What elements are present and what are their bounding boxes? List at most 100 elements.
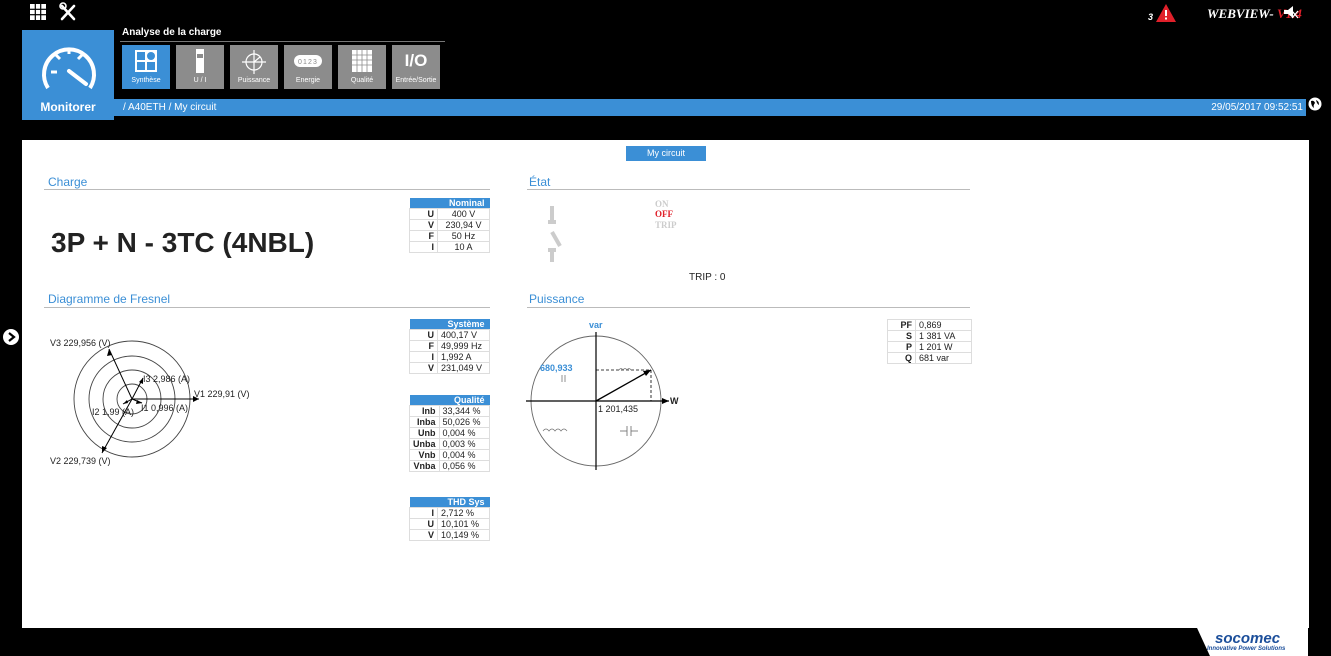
row-value: 2,712 % bbox=[437, 507, 490, 519]
row-value: 681 var bbox=[915, 352, 972, 364]
state-off: OFF bbox=[655, 209, 673, 219]
nominal-table: Nominal U 400 V V 230,94 V F 50 Hz I 10 A bbox=[409, 198, 490, 253]
svg-text:0: 0 bbox=[298, 59, 302, 66]
table-row: PF 0,869 bbox=[887, 319, 972, 331]
power-table: PF 0,869 S1 381 VA P1 201 W Q 681 var bbox=[887, 319, 972, 364]
trip-count: TRIP : 0 bbox=[689, 272, 726, 283]
row-key: F bbox=[409, 340, 438, 352]
row-key: S bbox=[887, 330, 916, 342]
menu-label: Puissance bbox=[237, 77, 271, 84]
row-key: F bbox=[409, 230, 438, 242]
row-key: U bbox=[409, 208, 438, 220]
state-on: ON bbox=[655, 199, 669, 209]
charge-title: Charge bbox=[48, 175, 88, 189]
monitor-label: Monitorer bbox=[40, 100, 96, 114]
row-key: Inba bbox=[409, 416, 440, 428]
menu-label: Qualité bbox=[350, 77, 374, 84]
menu-qualite[interactable]: Qualité bbox=[338, 45, 386, 89]
monitor-tile[interactable]: Monitorer bbox=[22, 30, 114, 120]
power-diagram: var W 680,933 1 201,435 bbox=[519, 318, 679, 488]
menu-entree-sortie[interactable]: I/O Entrée/Sortie bbox=[392, 45, 440, 89]
globe-icon[interactable] bbox=[1308, 97, 1322, 111]
charge-divider bbox=[44, 189, 490, 190]
socomec-logo[interactable]: socomec bbox=[1215, 630, 1280, 647]
menu-ui[interactable]: U / I bbox=[176, 45, 224, 89]
io-icon: I/O bbox=[404, 51, 428, 70]
top-bar: Monitorer Analyse de la charge Synthèse … bbox=[0, 0, 1331, 140]
reactive-power-value: 680,933 bbox=[540, 363, 573, 373]
row-key: Q bbox=[887, 352, 916, 364]
row-key: Vnba bbox=[409, 460, 440, 472]
row-value: 1 381 VA bbox=[915, 330, 972, 342]
thd-header: THD Sys bbox=[409, 497, 490, 508]
alarm-count: 3 bbox=[1148, 12, 1154, 22]
systeme-header: Système bbox=[409, 319, 490, 330]
table-row: Vnb 0,004 % bbox=[409, 449, 490, 461]
menu-label: Energie bbox=[295, 77, 321, 84]
table-row: F 50 Hz bbox=[409, 230, 490, 242]
alarm-warning-icon[interactable] bbox=[1156, 4, 1176, 22]
row-key: I bbox=[409, 241, 438, 253]
nominal-header: Nominal bbox=[409, 198, 490, 209]
i1-label: I1 0,996 (A) bbox=[141, 403, 189, 413]
row-value: 50 Hz bbox=[437, 230, 490, 242]
sound-mute-icon[interactable] bbox=[1282, 3, 1300, 21]
fresnel-title: Diagramme de Fresnel bbox=[48, 292, 171, 306]
row-key: V bbox=[409, 219, 438, 231]
state-trip: TRIP bbox=[655, 220, 677, 230]
expand-arrow-icon[interactable] bbox=[3, 329, 19, 345]
grid-menu-icon[interactable] bbox=[30, 4, 46, 20]
qualite-table: Qualité Inb 33,344 % Inba 50,026 % Unb 0,00… bbox=[409, 395, 490, 472]
table-row: V 10,149 % bbox=[409, 529, 490, 541]
row-value: 0,869 bbox=[915, 319, 972, 331]
table-row: U 400,17 V bbox=[409, 329, 490, 341]
datetime: 29/05/2017 09:52:51 bbox=[1211, 102, 1303, 113]
energy-counter-icon: 0123 bbox=[294, 55, 322, 67]
menu-title: Analyse de la charge bbox=[122, 27, 222, 38]
row-value: 33,344 % bbox=[438, 405, 490, 417]
app-name: WEBVIEW- bbox=[1207, 6, 1274, 21]
row-key: V bbox=[409, 529, 438, 541]
power-svg bbox=[526, 332, 669, 470]
row-value: 400 V bbox=[437, 208, 490, 220]
menu-energie[interactable]: 0123 Energie bbox=[284, 45, 332, 89]
row-value: 400,17 V bbox=[437, 329, 490, 341]
svg-text:2: 2 bbox=[308, 59, 312, 66]
table-row: U 10,101 % bbox=[409, 518, 490, 530]
systeme-table: Système U 400,17 V F 49,999 Hz I 1,992 A V2… bbox=[409, 319, 490, 374]
table-row: Unba 0,003 % bbox=[409, 438, 490, 450]
active-power-value: 1 201,435 bbox=[598, 404, 639, 414]
row-value: 0,004 % bbox=[438, 427, 490, 439]
fresnel-diagram: V3 229,956 (V) I3 2,986 (A) V1 229,91 (V… bbox=[44, 323, 254, 493]
analysis-menu: Analyse de la charge Synthèse U / I Puis… bbox=[114, 27, 445, 100]
qualite-header: Qualité bbox=[409, 395, 490, 406]
row-key: Vnb bbox=[409, 449, 440, 461]
menu-label: Entrée/Sortie bbox=[395, 77, 437, 84]
row-key: V bbox=[409, 362, 438, 374]
row-key: P bbox=[887, 341, 916, 353]
load-configuration: 3P + N - 3TC (4NBL) bbox=[51, 227, 315, 258]
v3-label: V3 229,956 (V) bbox=[50, 338, 111, 348]
row-value: 1 201 W bbox=[915, 341, 972, 353]
row-value: 0,003 % bbox=[438, 438, 490, 450]
table-row: Inb 33,344 % bbox=[409, 405, 490, 417]
circuit-tab[interactable]: My circuit bbox=[626, 146, 706, 161]
fresnel-divider bbox=[44, 307, 490, 308]
i2-label: I2 1,99 (A) bbox=[92, 407, 135, 417]
row-key: PF bbox=[887, 319, 916, 331]
tools-icon[interactable] bbox=[58, 2, 78, 22]
etat-divider bbox=[527, 189, 970, 190]
breadcrumb[interactable]: / A40ETH / My circuit bbox=[123, 102, 216, 113]
table-row: Unb 0,004 % bbox=[409, 427, 490, 439]
v2-label: V2 229,739 (V) bbox=[50, 456, 111, 466]
menu-synthese[interactable]: Synthèse bbox=[122, 45, 170, 89]
menu-label: U / I bbox=[193, 77, 207, 84]
row-key: U bbox=[409, 518, 438, 530]
svg-text:1: 1 bbox=[303, 59, 307, 66]
row-value: 0,056 % bbox=[438, 460, 490, 472]
menu-puissance[interactable]: Puissance bbox=[230, 45, 278, 89]
row-value: 10,101 % bbox=[437, 518, 490, 530]
svg-text:3: 3 bbox=[313, 59, 317, 66]
ui-icon bbox=[196, 49, 204, 73]
row-value: 231,049 V bbox=[437, 362, 490, 374]
